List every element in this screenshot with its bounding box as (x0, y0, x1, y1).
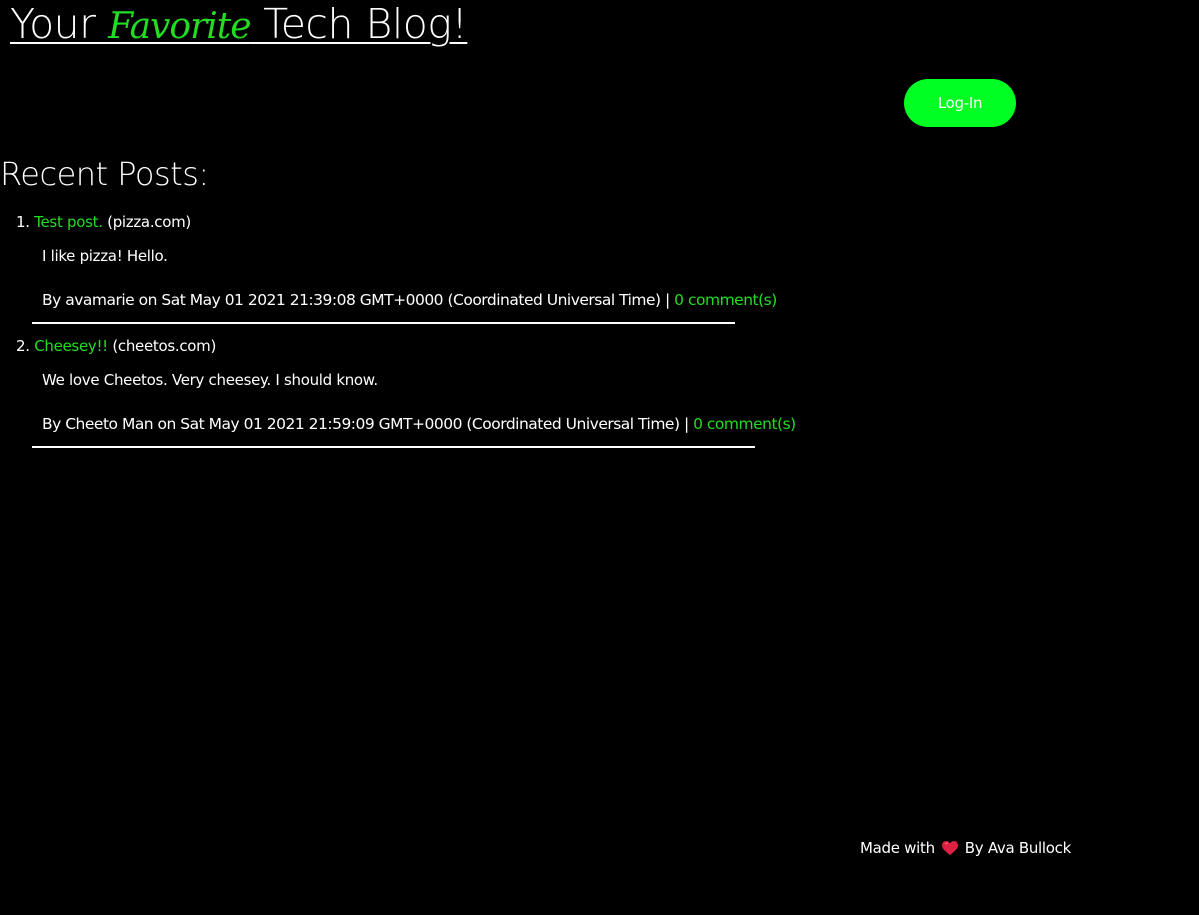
site-title-part1: Your (10, 0, 109, 48)
footer-author: By Ava Bullock (964, 839, 1072, 857)
post-divider (32, 446, 755, 448)
post-number: 2. (16, 337, 30, 355)
post-title-link[interactable]: Cheesey!! (34, 337, 108, 355)
post-meta: By Cheeto Man on Sat May 01 2021 21:59:0… (42, 414, 796, 434)
recent-posts-heading: Recent Posts: (0, 155, 209, 193)
post-domain: (pizza.com) (107, 213, 191, 231)
post-divider (32, 322, 735, 324)
footer: Made with By Ava Bullock (860, 838, 1071, 858)
post-meta: By avamarie on Sat May 01 2021 21:39:08 … (42, 290, 777, 310)
login-button[interactable]: Log-In (904, 79, 1016, 127)
post-number: 1. (16, 213, 30, 231)
post-comments-link[interactable]: 0 comment(s) (693, 415, 796, 433)
post-title-link[interactable]: Test post. (34, 213, 103, 231)
site-title-fancy: Favorite (108, 6, 252, 47)
page: Your Favorite Tech Blog! Log-In Recent P… (0, 0, 1199, 915)
post-body: We love Cheetos. Very cheesey. I should … (42, 371, 378, 389)
post-domain: (cheetos.com) (112, 337, 217, 355)
site-title-link[interactable]: Your Favorite Tech Blog! (10, 0, 468, 51)
post-header: 1. Test post. (pizza.com) (16, 212, 191, 232)
post-header: 2. Cheesey!! (cheetos.com) (16, 336, 216, 356)
heart-icon (941, 840, 959, 856)
post-comments-link[interactable]: 0 comment(s) (674, 291, 777, 309)
post-body: I like pizza! Hello. (42, 247, 168, 265)
post-meta-text: By Cheeto Man on Sat May 01 2021 21:59:0… (42, 415, 694, 433)
footer-made-with: Made with (860, 839, 935, 857)
site-title-part2: Tech Blog! (250, 0, 468, 48)
post-meta-text: By avamarie on Sat May 01 2021 21:39:08 … (42, 291, 675, 309)
